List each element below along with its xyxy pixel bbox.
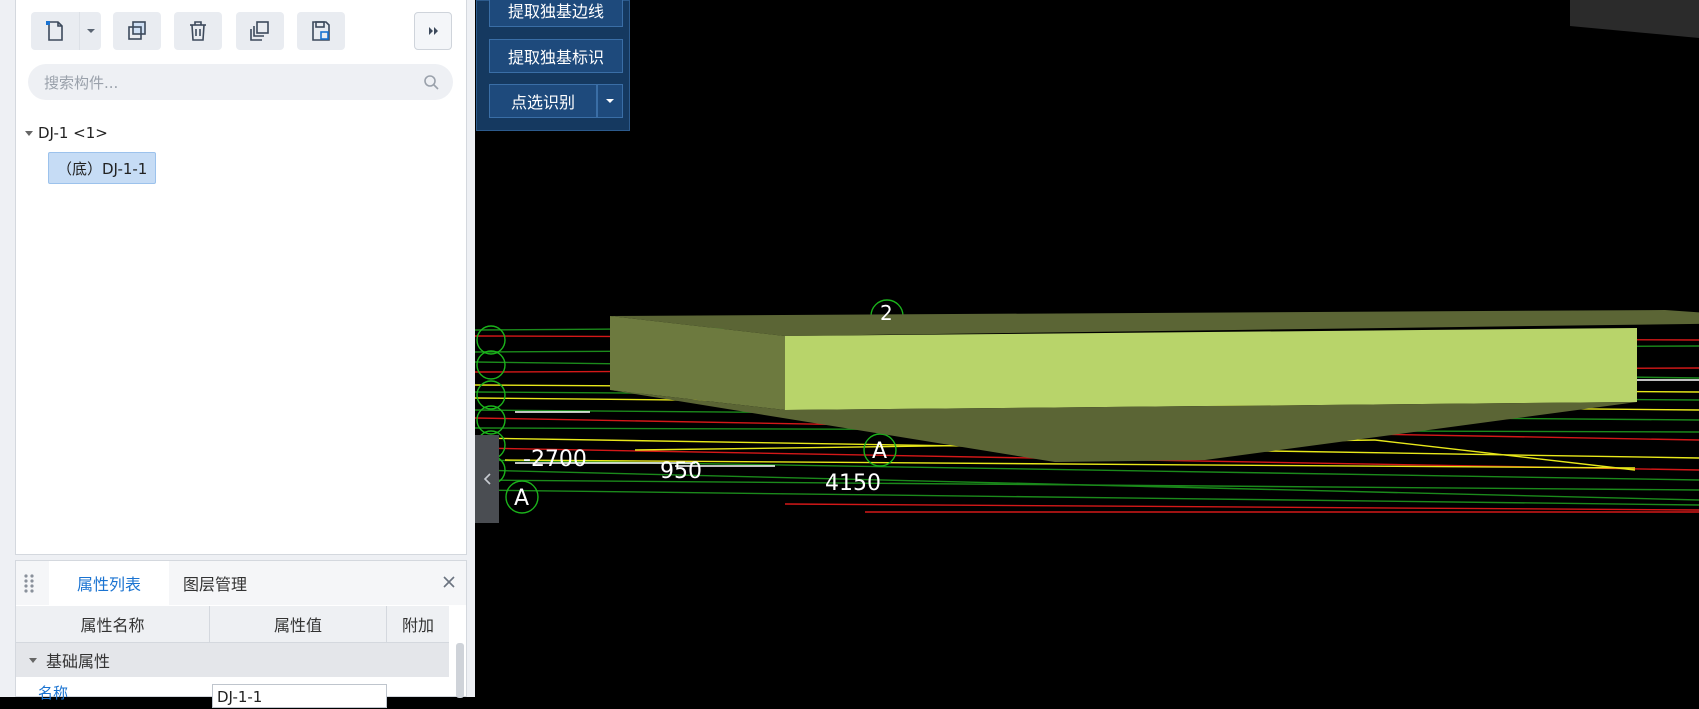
table-row: 名称 DJ-1-1 xyxy=(16,678,449,708)
extract-foundation-mark-button[interactable]: 提取独基标识 xyxy=(489,39,623,73)
extract-foundation-edge-button[interactable]: 提取独基边线 xyxy=(489,0,623,27)
caret-down-icon[interactable] xyxy=(28,655,38,665)
search-input[interactable] xyxy=(42,64,406,102)
collapse-panel-handle[interactable] xyxy=(475,435,499,523)
new-component-button[interactable] xyxy=(31,12,79,50)
property-scrollbar[interactable] xyxy=(456,643,464,698)
new-file-icon xyxy=(46,21,63,41)
save-component-button[interactable] xyxy=(297,12,345,50)
tree-node-dj-1[interactable]: DJ-1 <1> xyxy=(24,122,108,144)
property-table-header: 属性名称 属性值 附加 xyxy=(16,606,449,643)
search-box xyxy=(28,64,453,102)
cad-scene: -2700 950 4150 A A 2 xyxy=(475,0,1699,514)
more-button[interactable] xyxy=(414,12,452,50)
property-panel-header: 属性列表 图层管理 xyxy=(16,561,466,605)
property-group-label: 基础属性 xyxy=(46,652,111,671)
left-panel: DJ-1 <1> （底）DJ-1-1 属性列表 图层管理 属性名称 属性值 附加… xyxy=(0,0,475,708)
copy-component-button[interactable] xyxy=(113,12,161,50)
layer-copy-icon xyxy=(250,21,269,41)
axis-label-2: 2 xyxy=(880,301,893,325)
tab-property-list[interactable]: 属性列表 xyxy=(49,561,169,605)
property-value-field[interactable]: DJ-1-1 xyxy=(212,684,387,708)
column-header-value[interactable]: 属性值 xyxy=(210,606,387,642)
dimension-label-4150: 4150 xyxy=(825,471,881,496)
delete-component-button[interactable] xyxy=(174,12,222,50)
save-icon xyxy=(312,21,330,41)
3d-viewport[interactable]: -2700 950 4150 A A 2 xyxy=(475,0,1699,697)
recognition-tool-panel: 提取独基边线 提取独基标识 点选识别 xyxy=(476,0,630,131)
double-chevron-right-icon xyxy=(429,27,438,35)
background-block xyxy=(1570,0,1699,38)
dimension-label-950: 950 xyxy=(660,459,702,484)
chevron-down-icon xyxy=(86,29,95,33)
trash-icon xyxy=(190,21,206,41)
search-icon[interactable] xyxy=(423,74,439,90)
layer-copy-button[interactable] xyxy=(236,12,284,50)
column-header-extra[interactable]: 附加 xyxy=(387,606,449,642)
caret-down-icon[interactable] xyxy=(24,128,34,138)
axis-label-a-center: A xyxy=(872,439,887,464)
property-panel: 属性列表 图层管理 属性名称 属性值 附加 基础属性 名称 DJ-1-1 xyxy=(15,560,467,708)
tree-node-label: （底）DJ-1-1 xyxy=(57,159,148,178)
close-icon[interactable] xyxy=(442,575,456,589)
tree-node-label: DJ-1 <1> xyxy=(38,124,108,142)
dimension-label-2700: -2700 xyxy=(523,447,587,472)
property-name-cell: 名称 xyxy=(38,684,69,702)
pick-identify-dropdown[interactable] xyxy=(597,84,623,118)
axis-label-a-left: A xyxy=(514,486,529,511)
slab-front-face xyxy=(785,328,1637,410)
new-component-dropdown[interactable] xyxy=(79,12,101,50)
foundation-slab[interactable] xyxy=(610,310,1699,462)
column-header-name[interactable]: 属性名称 xyxy=(16,606,210,642)
chevron-left-icon xyxy=(483,473,491,485)
chevron-down-icon xyxy=(606,99,614,103)
pick-identify-button[interactable]: 点选识别 xyxy=(489,84,597,118)
property-group-basic[interactable]: 基础属性 xyxy=(16,643,449,677)
component-tree-panel: DJ-1 <1> （底）DJ-1-1 xyxy=(15,0,467,555)
tab-layer-management[interactable]: 图层管理 xyxy=(183,561,247,605)
copy-icon xyxy=(128,21,146,40)
tree-node-dj-1-1[interactable]: （底）DJ-1-1 xyxy=(48,152,157,184)
drag-handle-icon[interactable] xyxy=(22,573,36,593)
